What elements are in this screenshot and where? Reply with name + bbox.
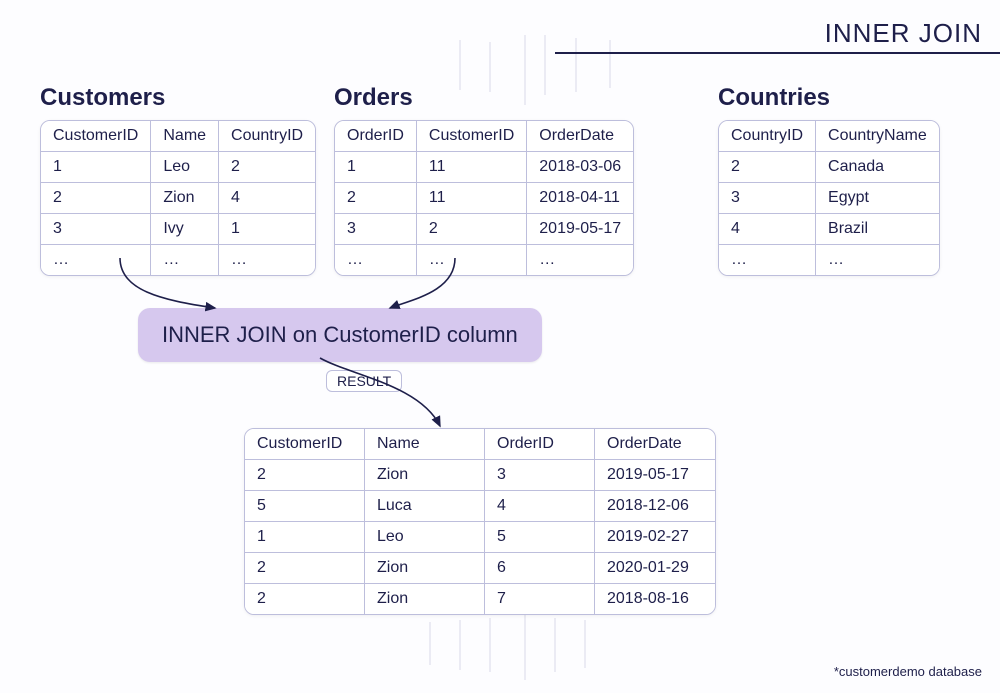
table-row: ……… <box>335 245 633 275</box>
col-header: OrderDate <box>595 429 715 460</box>
table-row: 322019-05-17 <box>335 214 633 245</box>
table-row: 3Ivy1 <box>41 214 315 245</box>
col-header: OrderDate <box>527 121 633 152</box>
result-table: CustomerID Name OrderID OrderDate 2Zion3… <box>244 428 716 615</box>
arrow-join-to-result <box>320 358 440 426</box>
table-title-orders: Orders <box>334 84 634 112</box>
table-row: 4Brazil <box>719 214 939 245</box>
table-row: …… <box>719 245 939 275</box>
table-header-row: OrderID CustomerID OrderDate <box>335 121 633 152</box>
table-row: 2Canada <box>719 152 939 183</box>
table-row: 2Zion32019-05-17 <box>245 460 715 491</box>
table-customers: Customers CustomerID Name CountryID 1Leo… <box>40 84 316 276</box>
table-result: CustomerID Name OrderID OrderDate 2Zion3… <box>244 428 716 615</box>
countries-table: CountryID CountryName 2Canada 3Egypt 4Br… <box>718 120 940 276</box>
table-orders: Orders OrderID CustomerID OrderDate 1112… <box>334 84 634 276</box>
table-row: 2Zion72018-08-16 <box>245 584 715 614</box>
col-header: OrderID <box>485 429 595 460</box>
result-badge: RESULT <box>326 370 402 392</box>
table-header-row: CountryID CountryName <box>719 121 939 152</box>
col-header: CustomerID <box>417 121 527 152</box>
col-header: Name <box>365 429 485 460</box>
table-countries: Countries CountryID CountryName 2Canada … <box>718 84 940 276</box>
col-header: Name <box>151 121 219 152</box>
table-row: 2Zion62020-01-29 <box>245 553 715 584</box>
table-row: 2Zion4 <box>41 183 315 214</box>
diagram-canvas: { "title": "INNER JOIN", "footnote": "*c… <box>0 0 1000 693</box>
table-row: 1112018-03-06 <box>335 152 633 183</box>
col-header: OrderID <box>335 121 417 152</box>
col-header: CountryName <box>816 121 939 152</box>
join-operation-box: INNER JOIN on CustomerID column <box>138 308 542 362</box>
page-title: INNER JOIN <box>825 18 982 49</box>
table-title-countries: Countries <box>718 84 940 112</box>
table-row: 2112018-04-11 <box>335 183 633 214</box>
footnote: *customerdemo database <box>834 664 982 679</box>
title-underline <box>555 52 1000 54</box>
table-row: 1Leo52019-02-27 <box>245 522 715 553</box>
table-row: 3Egypt <box>719 183 939 214</box>
col-header: CustomerID <box>41 121 151 152</box>
col-header: CountryID <box>219 121 315 152</box>
table-row: ……… <box>41 245 315 275</box>
orders-table: OrderID CustomerID OrderDate 1112018-03-… <box>334 120 634 276</box>
table-row: 1Leo2 <box>41 152 315 183</box>
table-header-row: CustomerID Name CountryID <box>41 121 315 152</box>
table-title-customers: Customers <box>40 84 316 112</box>
table-header-row: CustomerID Name OrderID OrderDate <box>245 429 715 460</box>
table-row: 5Luca42018-12-06 <box>245 491 715 522</box>
col-header: CountryID <box>719 121 816 152</box>
customers-table: CustomerID Name CountryID 1Leo2 2Zion4 3… <box>40 120 316 276</box>
col-header: CustomerID <box>245 429 365 460</box>
